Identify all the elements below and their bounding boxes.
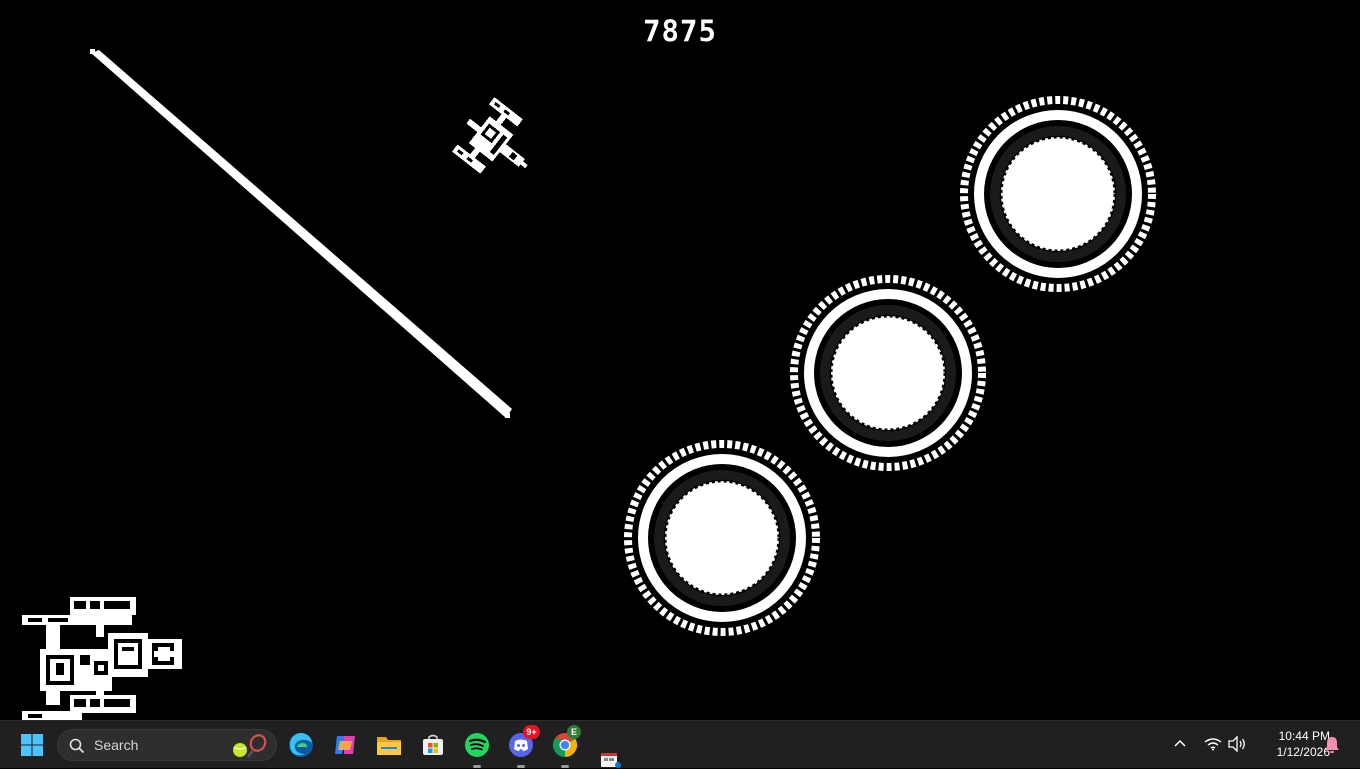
- store-icon: [423, 734, 443, 755]
- windows-logo-icon: [21, 734, 43, 756]
- spotify-icon: [465, 733, 489, 757]
- chrome-profile-badge: E: [567, 725, 581, 739]
- clock-date: 1/12/2026: [1276, 745, 1330, 759]
- tennis-highlight-icon: [233, 734, 267, 758]
- start-button[interactable]: [14, 727, 50, 763]
- edge-icon: [289, 732, 313, 757]
- taskbar-app-copilot[interactable]: [327, 727, 363, 763]
- game-canvas[interactable]: 7875: [0, 0, 1360, 720]
- chevron-up-icon[interactable]: [1173, 737, 1187, 751]
- volume-icon[interactable]: [1227, 736, 1247, 752]
- clock-time: 10:44 PM: [1278, 729, 1330, 743]
- discord-badge: 9+: [523, 725, 540, 739]
- search-icon: [69, 738, 85, 754]
- score-display: 7875: [643, 14, 717, 48]
- player-ship[interactable]: [18, 595, 186, 720]
- ring-target[interactable]: [960, 96, 1156, 292]
- copilot-icon: [335, 736, 355, 754]
- taskbar-app-discord[interactable]: 9+: [503, 725, 540, 768]
- taskbar-app-file-explorer[interactable]: [371, 727, 407, 763]
- taskbar-app-store[interactable]: [415, 727, 451, 763]
- enemy-ship: [452, 97, 528, 174]
- taskbar-app-snipping-tool[interactable]: [590, 745, 626, 769]
- taskbar-app-edge[interactable]: [283, 727, 319, 763]
- folder-icon: [377, 737, 401, 755]
- ring-target[interactable]: [624, 440, 820, 636]
- system-clock[interactable]: 10:44 PM 1/12/2026: [1254, 728, 1330, 760]
- notification-bell-icon[interactable]: [1324, 736, 1340, 754]
- wifi-icon[interactable]: [1204, 737, 1222, 751]
- search-placeholder: Search: [94, 737, 139, 753]
- snip-icon: [601, 753, 621, 768]
- search-box[interactable]: Search: [57, 729, 277, 761]
- taskbar-app-spotify[interactable]: [459, 727, 495, 768]
- taskbar-app-chrome[interactable]: E: [547, 725, 583, 768]
- taskbar: Search 9+ E 10:44 PM 1/12/2026: [0, 720, 1360, 768]
